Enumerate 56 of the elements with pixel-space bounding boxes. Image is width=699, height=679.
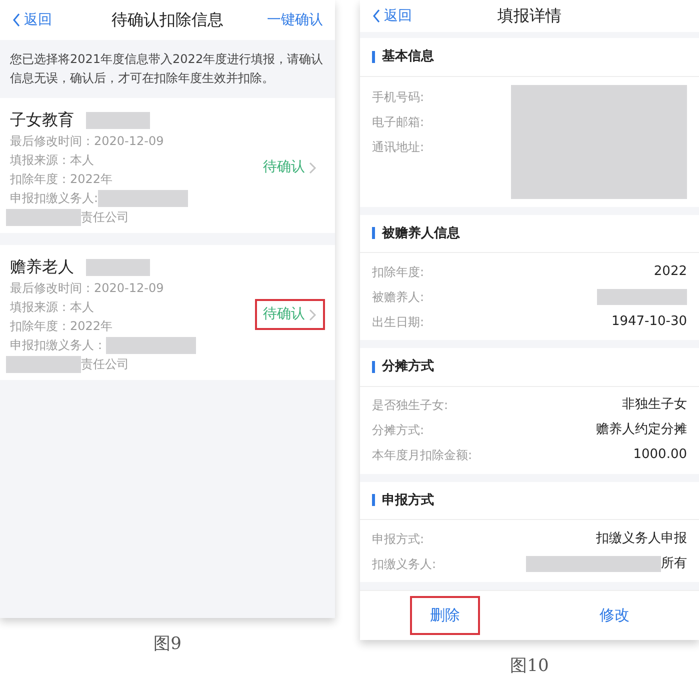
field-label: 扣除年度:	[372, 264, 424, 280]
field-label: 本年度月扣除金额:	[372, 447, 472, 464]
item-title: 赡养老人	[10, 256, 74, 278]
field-label: 被赡养人:	[372, 288, 424, 306]
back-chevron-icon	[12, 13, 21, 27]
field-label: 申报方式:	[372, 530, 424, 548]
field-label: 分摊方式:	[372, 422, 424, 439]
field-value: 扣缴义务人申报	[596, 530, 687, 548]
section-marker	[372, 227, 375, 240]
field-value: 1000.00	[633, 446, 687, 464]
field-value: 2022	[654, 262, 687, 281]
field-value: 1947-10-30	[611, 312, 687, 331]
section-marker	[372, 360, 375, 373]
detail-text: 扣除年度：2022年	[10, 318, 113, 336]
detail-text: 填报来源：本人	[10, 299, 94, 316]
deduction-card[interactable]: 子女教育 最后修改时间：2020-12-09 填报来源：本人 扣除年度：2022年 申报扣缴义务人: 责任公司 待确认	[0, 98, 335, 234]
back-link[interactable]: 返回	[372, 6, 412, 26]
section-title: 申报方式	[382, 492, 434, 510]
chevron-right-icon	[309, 162, 317, 174]
field-label: 扣缴义务人:	[372, 556, 436, 572]
field-label: 手机号码:	[372, 89, 424, 106]
deduction-card[interactable]: 赡养老人 最后修改时间：2020-12-09 填报来源：本人 扣除年度：2022年 申报扣缴义务人： 责任公司 待确认	[0, 245, 335, 380]
confirm-all-link[interactable]: 一键确认	[267, 10, 323, 30]
field-label: 电子邮箱:	[372, 114, 424, 131]
detail-text: 最后修改时间：2020-12-09	[10, 280, 164, 298]
item-title: 子女教育	[10, 109, 74, 132]
chevron-right-icon	[309, 308, 317, 321]
section-marker	[372, 50, 375, 63]
field-label: 是否独生子女:	[372, 397, 448, 414]
screen-title: 填报详情	[498, 6, 562, 25]
section-title: 基本信息	[382, 48, 434, 66]
detail-text: 最后修改时间：2020-12-09	[10, 133, 164, 150]
section-marker	[372, 494, 375, 506]
field-value: 所有	[661, 554, 687, 573]
back-chevron-icon	[372, 9, 381, 23]
detail-text: 扣除年度：2022年	[10, 171, 113, 188]
status-link[interactable]: 待确认	[255, 299, 325, 330]
detail-text: 责任公司	[81, 209, 129, 226]
detail-text: 申报扣缴义务人:	[10, 190, 98, 208]
detail-text: 责任公司	[81, 356, 129, 374]
detail-text: 申报扣缴义务人：	[10, 337, 106, 354]
field-label: 通讯地址:	[372, 139, 424, 156]
notice-text: 您已选择将2021年度信息带入2022年度进行填报，请确认信息无误，确认后，才可在扣除年度生效并扣除。	[9, 51, 324, 88]
section-title: 被赡养人信息	[382, 224, 460, 242]
delete-button[interactable]: 删除	[410, 596, 480, 635]
section-title: 分摊方式	[382, 358, 434, 376]
field-value: 非独生子女	[622, 396, 687, 414]
field-label: 出生日期:	[372, 314, 424, 330]
status-link[interactable]: 待确认	[255, 152, 325, 184]
figure-caption: 图10	[510, 655, 549, 678]
detail-text: 填报来源：本人	[10, 152, 94, 170]
field-value: 赡养人约定分摊	[596, 421, 687, 440]
edit-button[interactable]: 修改	[579, 596, 650, 635]
back-link[interactable]: 返回	[12, 10, 52, 30]
figure-caption: 图9	[154, 633, 182, 656]
screen-title: 待确认扣除信息	[112, 10, 224, 29]
